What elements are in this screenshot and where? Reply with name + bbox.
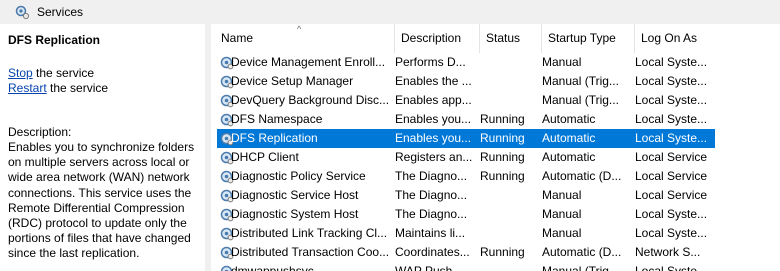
cell-name: DFS Replication: [231, 131, 318, 145]
table-row[interactable]: DevQuery Background Disc... Enables app..…: [217, 91, 715, 110]
title-bar: Services: [0, 0, 780, 25]
restart-action-text: the service: [46, 81, 109, 95]
cell-startup: Automatic: [542, 150, 596, 164]
cell-startup: Automatic: [542, 112, 596, 126]
cell-startup: Automatic (D...: [542, 245, 622, 259]
table-row[interactable]: dmwappushsvc WAP Push ... Manual (Trig... L…: [217, 262, 715, 271]
column-header-description[interactable]: Description: [395, 24, 480, 53]
stop-service-link[interactable]: Stop: [8, 66, 33, 80]
window-title: Services: [37, 5, 84, 19]
cell-description: Enables you...: [395, 131, 472, 145]
service-description: Enables you to synchronize folders on mu…: [8, 140, 195, 261]
cell-logon: Local Syste...: [635, 112, 708, 126]
column-header-name[interactable]: Name: [215, 24, 395, 53]
cell-name: Diagnostic Service Host: [231, 188, 359, 202]
cell-logon: Local Syste...: [635, 55, 708, 69]
column-header-status[interactable]: Status: [480, 24, 542, 53]
cell-logon: Local Service: [635, 169, 708, 183]
table-row[interactable]: Diagnostic System Host The Diagno... Manua…: [217, 205, 715, 224]
cell-description: WAP Push ...: [395, 264, 466, 271]
cell-logon: Local Syste...: [635, 74, 708, 88]
cell-status: [480, 91, 538, 110]
column-header-logon-as[interactable]: Log On As: [635, 24, 715, 53]
cell-status: [480, 72, 538, 91]
stop-action: Stop the service: [8, 66, 94, 80]
cell-startup: Automatic: [542, 131, 596, 145]
cell-description: Registers an...: [395, 150, 473, 164]
stop-action-text: the service: [32, 66, 95, 80]
cell-startup: Manual (Trig...: [542, 93, 619, 107]
cell-startup: Manual: [542, 188, 582, 202]
cell-logon: Local Syste...: [635, 131, 708, 145]
cell-description: Enables the ...: [395, 74, 472, 88]
table-row[interactable]: Device Management Enroll... Performs D...…: [217, 53, 715, 72]
table-row[interactable]: Diagnostic Service Host The Diagno... Manu…: [217, 186, 715, 205]
table-row[interactable]: DHCP Client Registers an... Running Automat…: [217, 148, 715, 167]
cell-description: The Diagno...: [395, 169, 468, 183]
cell-description: Performs D...: [395, 55, 466, 69]
selected-service-title: DFS Replication: [8, 33, 101, 47]
cell-logon: Network S...: [635, 245, 701, 259]
services-list-pane: Name ^ Description Status Startup Type L…: [211, 24, 780, 271]
cell-status: Running: [480, 150, 525, 164]
cell-status: Running: [480, 112, 525, 126]
cell-name: DFS Namespace: [231, 112, 323, 126]
cell-status: [480, 262, 538, 271]
cell-logon: Local Syste...: [635, 226, 708, 240]
description-label: Description:: [8, 125, 72, 139]
table-row[interactable]: Distributed Link Tracking Cl... Maintains…: [217, 224, 715, 243]
cell-logon: Local Syste...: [635, 207, 708, 221]
cell-name: Distributed Transaction Coo...: [231, 245, 390, 259]
cell-name: Diagnostic System Host: [231, 207, 359, 221]
cell-description: Enables app...: [395, 93, 472, 107]
restart-action: Restart the service: [8, 81, 108, 95]
cell-name: DevQuery Background Disc...: [231, 93, 390, 107]
cell-status: [480, 53, 538, 72]
table-row[interactable]: DFS Namespace Enables you... Running Automa…: [217, 110, 715, 129]
table-row[interactable]: Distributed Transaction Coo... Coordinate…: [217, 243, 715, 262]
cell-startup: Manual: [542, 226, 582, 240]
cell-startup: Manual (Trig...: [542, 264, 619, 271]
cell-status: Running: [480, 131, 525, 145]
cell-description: Enables you...: [395, 112, 472, 126]
cell-logon: Local Service: [635, 188, 708, 202]
cell-name: DHCP Client: [231, 150, 299, 164]
cell-name: Device Management Enroll...: [231, 55, 386, 69]
cell-startup: Manual: [542, 207, 582, 221]
sort-ascending-icon: ^: [297, 24, 302, 34]
details-pane: DFS Replication Stop the service Restart…: [0, 24, 205, 271]
cell-logon: Local Syste...: [635, 93, 708, 107]
cell-description: The Diagno...: [395, 207, 468, 221]
restart-service-link[interactable]: Restart: [8, 81, 47, 95]
cell-status: Running: [480, 245, 525, 259]
cell-startup: Manual (Trig...: [542, 74, 619, 88]
cell-status: [480, 186, 538, 205]
cell-description: The Diagno...: [395, 188, 468, 202]
table-row[interactable]: Device Setup Manager Enables the ... Manua…: [217, 72, 715, 91]
column-header-row: Name ^ Description Status Startup Type L…: [211, 24, 780, 53]
table-row[interactable]: DFS Replication Enables you... Running Auto…: [217, 129, 715, 148]
cell-logon: Local Service: [635, 150, 708, 164]
cell-status: Running: [480, 169, 525, 183]
services-gear-icon: [15, 5, 30, 20]
cell-status: [480, 205, 538, 224]
cell-name: Distributed Link Tracking Cl...: [231, 226, 388, 240]
cell-logon: Local Syste...: [635, 264, 708, 271]
cell-startup: Automatic (D...: [542, 169, 622, 183]
cell-name: Diagnostic Policy Service: [231, 169, 366, 183]
column-header-startup-type[interactable]: Startup Type: [542, 24, 635, 53]
cell-description: Maintains li...: [395, 226, 466, 240]
cell-description: Coordinates...: [395, 245, 470, 259]
table-row[interactable]: Diagnostic Policy Service The Diagno... Ru…: [217, 167, 715, 186]
cell-status: [480, 224, 538, 243]
cell-name: dmwappushsvc: [231, 264, 314, 271]
cell-name: Device Setup Manager: [231, 74, 354, 88]
cell-startup: Manual: [542, 55, 582, 69]
